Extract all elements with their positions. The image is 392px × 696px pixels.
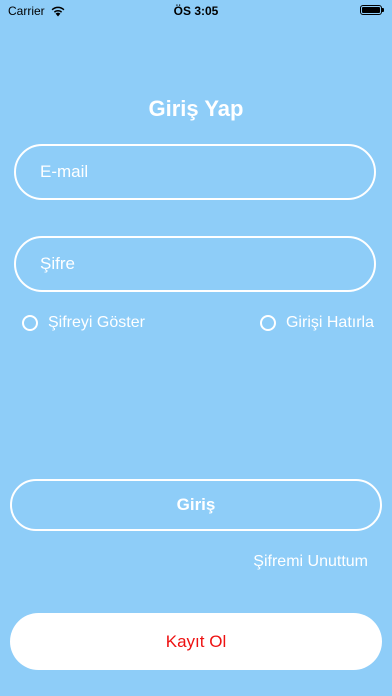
- show-password-toggle[interactable]: Şifreyi Göster: [22, 314, 145, 332]
- battery-level: [362, 7, 380, 13]
- page-title: Giriş Yap: [148, 96, 244, 121]
- show-password-radio-icon[interactable]: [22, 315, 38, 331]
- password-field[interactable]: [14, 236, 376, 292]
- remember-me-label: Girişi Hatırla: [285, 314, 374, 331]
- forgot-password-link[interactable]: Şifremi Unuttum: [253, 553, 368, 571]
- remember-me-toggle[interactable]: Girişi Hatırla: [259, 314, 374, 332]
- register-button[interactable]: Kayıt Ol: [10, 613, 382, 670]
- status-bar: Carrier ÖS 3:05: [0, 0, 392, 22]
- remember-me-radio-icon[interactable]: [259, 315, 276, 331]
- email-field[interactable]: [14, 144, 376, 200]
- login-button[interactable]: Giriş: [10, 479, 382, 531]
- show-password-label: Şifreyi Göster: [48, 314, 145, 331]
- battery-icon: [360, 5, 384, 15]
- status-time: ÖS 3:05: [173, 4, 219, 18]
